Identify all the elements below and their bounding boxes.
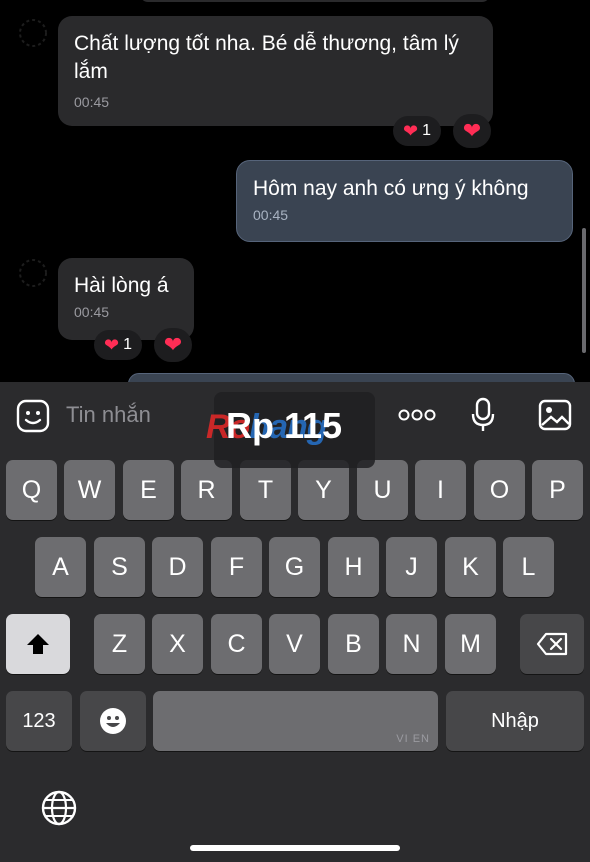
key-y[interactable]: Y [298, 460, 349, 520]
message-incoming[interactable]: Chất lượng tốt nha. Bé dễ thương, tâm lý… [58, 16, 493, 126]
key-b[interactable]: B [328, 614, 379, 674]
space-key[interactable]: VI EN [153, 691, 438, 751]
backspace-key[interactable] [520, 614, 584, 674]
next-message-edge [128, 373, 575, 382]
sticker-icon[interactable] [16, 399, 50, 433]
heart-icon: ❤ [403, 121, 419, 141]
key-k[interactable]: K [445, 537, 496, 597]
reaction-count: 1 [123, 336, 132, 353]
reaction-count: 1 [422, 122, 431, 139]
key-c[interactable]: C [211, 614, 262, 674]
key-g[interactable]: G [269, 537, 320, 597]
key-f[interactable]: F [211, 537, 262, 597]
key-u[interactable]: U [357, 460, 408, 520]
message-text: Chất lượng tốt nha. Bé dễ thương, tâm lý… [74, 32, 459, 83]
message-text: Hôm nay anh có ưng ý không [253, 177, 529, 200]
language-hint: VI EN [396, 733, 430, 745]
key-x[interactable]: X [152, 614, 203, 674]
key-r[interactable]: R [181, 460, 232, 520]
emoji-key[interactable] [80, 691, 146, 751]
key-e[interactable]: E [123, 460, 174, 520]
globe-icon[interactable] [40, 789, 78, 827]
message-input[interactable]: Tin nhắn [66, 402, 151, 428]
key-v[interactable]: V [269, 614, 320, 674]
chat-scrollbar[interactable] [582, 228, 586, 353]
heart-icon: ❤ [462, 118, 482, 143]
shift-key[interactable] [6, 614, 70, 674]
add-reaction-button[interactable]: ❤ [453, 114, 491, 148]
key-m[interactable]: M [445, 614, 496, 674]
home-indicator[interactable] [190, 845, 400, 851]
watermark-price: Rp 115 [226, 405, 343, 446]
key-p[interactable]: P [532, 460, 583, 520]
gallery-icon[interactable] [538, 399, 572, 431]
message-time: 00:45 [74, 304, 110, 320]
reaction-summary[interactable]: ❤ 1 [94, 330, 142, 360]
backspace-icon [536, 632, 568, 656]
reaction-summary[interactable]: ❤ 1 [393, 116, 441, 146]
return-key[interactable]: Nhập [446, 691, 584, 751]
key-t[interactable]: T [240, 460, 291, 520]
key-q[interactable]: Q [6, 460, 57, 520]
key-a[interactable]: A [35, 537, 86, 597]
key-s[interactable]: S [94, 537, 145, 597]
key-j[interactable]: J [386, 537, 437, 597]
message-time: 00:45 [74, 94, 110, 110]
key-w[interactable]: W [64, 460, 115, 520]
key-i[interactable]: I [415, 460, 466, 520]
heart-icon: ❤ [104, 335, 120, 355]
key-h[interactable]: H [328, 537, 379, 597]
key-l[interactable]: L [503, 537, 554, 597]
previous-message-edge [140, 0, 490, 2]
sender-avatar-icon [19, 19, 47, 47]
numbers-key[interactable]: 123 [6, 691, 72, 751]
microphone-icon[interactable] [470, 397, 496, 433]
key-z[interactable]: Z [94, 614, 145, 674]
more-icon[interactable] [398, 409, 436, 421]
sender-avatar-icon [19, 259, 47, 287]
message-text: Hài lòng á [74, 274, 169, 297]
heart-icon: ❤ [163, 332, 183, 357]
add-reaction-button[interactable]: ❤ [154, 328, 192, 362]
shift-icon [27, 634, 49, 654]
message-outgoing[interactable]: Hôm nay anh có ưng ý không 00:45 [236, 160, 573, 242]
key-d[interactable]: D [152, 537, 203, 597]
emoji-icon [100, 708, 126, 734]
key-n[interactable]: N [386, 614, 437, 674]
message-time: 00:45 [253, 207, 289, 223]
chat-area: Chất lượng tốt nha. Bé dễ thương, tâm lý… [0, 0, 590, 382]
key-o[interactable]: O [474, 460, 525, 520]
